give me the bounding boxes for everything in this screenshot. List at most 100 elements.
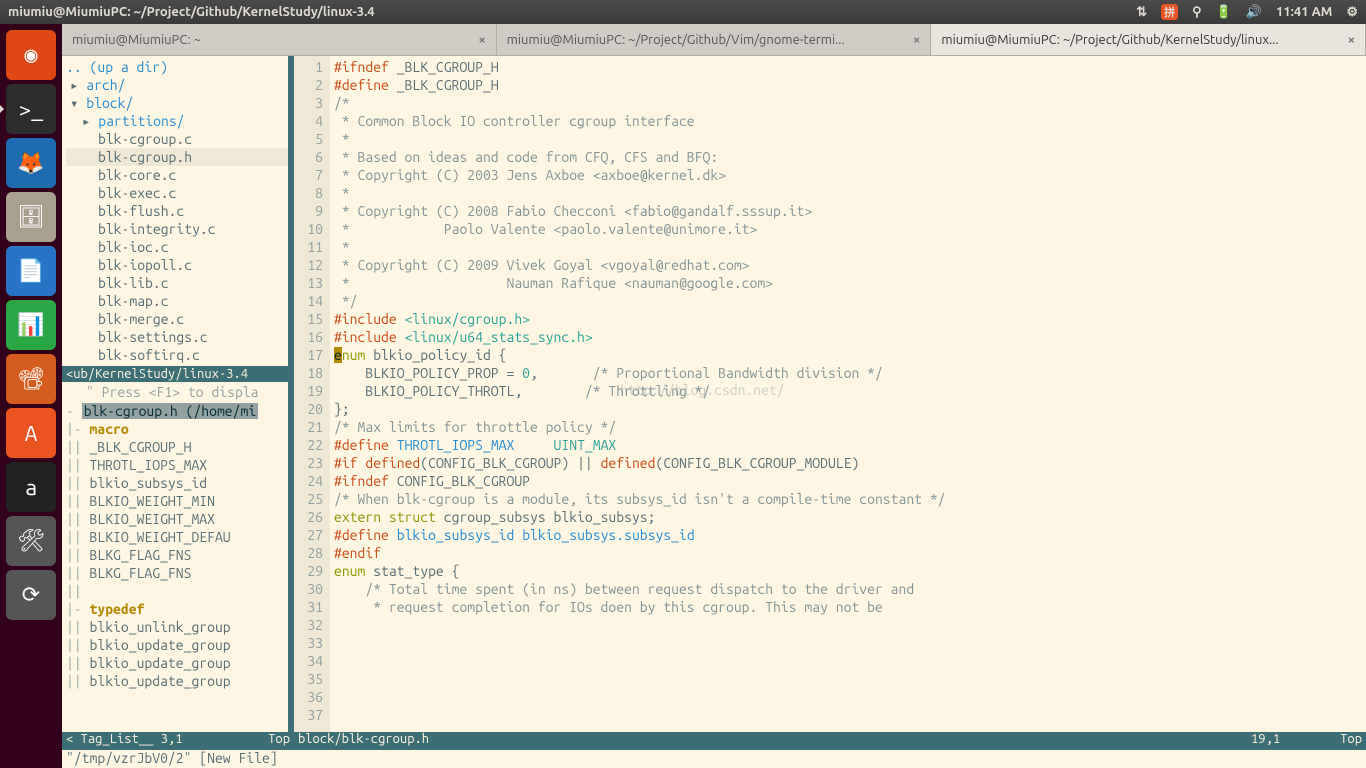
terminal-tab[interactable]: miumiu@MiumiuPC: ~/Project/Github/Vim/gn… [497,24,932,55]
code-line[interactable]: #if defined(CONFIG_BLK_CGROUP) || define… [334,454,1362,472]
code-line[interactable]: * Copyright (C) 2009 Vivek Goyal <vgoyal… [334,256,1362,274]
launcher-updates[interactable]: ⟳ [6,570,56,620]
launcher-files[interactable]: 🗄 [6,192,56,242]
taglist-tag[interactable]: || BLKIO_WEIGHT_MAX [62,510,288,528]
nerdtree-item[interactable]: ▸ arch/ [66,76,288,94]
code-line[interactable]: BLKIO_POLICY_PROP = 0, /* Proportional B… [334,364,1362,382]
taglist-heading[interactable]: |- typedef [62,600,288,618]
code-line[interactable]: * [334,238,1362,256]
nerdtree-item[interactable]: blk-ioc.c [66,238,288,256]
taglist[interactable]: - blk-cgroup.h (/home/mi|- macro|| _BLK_… [62,402,288,732]
volume-icon[interactable]: 🔊 [1246,5,1262,20]
code-line[interactable]: * Paolo Valente <paolo.valente@unimore.i… [334,220,1362,238]
ime-icon[interactable]: 拼 [1161,4,1178,20]
system-tray: ⇅ 拼 ⚲ 🔋 🔊 11:41 AM ⚙ [1136,4,1358,20]
code-line[interactable]: #define blkio_subsys_id blkio_subsys.sub… [334,526,1362,544]
code-line[interactable]: #define _BLK_CGROUP_H [334,76,1362,94]
launcher-writer[interactable]: 📄 [6,246,56,296]
code-line[interactable]: */ [334,292,1362,310]
close-icon[interactable]: × [1348,33,1355,47]
code-line[interactable]: /* When blk-cgroup is a module, its subs… [334,490,1362,508]
status-pos: 19,1 [1251,732,1280,750]
nerdtree-item[interactable]: blk-map.c [66,292,288,310]
nerdtree-item[interactable]: blk-cgroup.c [66,130,288,148]
close-icon[interactable]: × [913,33,920,47]
code-line[interactable]: * [334,184,1362,202]
launcher-terminal[interactable]: >_ [6,84,56,134]
nerdtree-item[interactable]: blk-core.c [66,166,288,184]
network-icon[interactable]: ⇅ [1136,5,1147,20]
taglist-tag[interactable]: || BLKIO_WEIGHT_DEFAU [62,528,288,546]
nerdtree-item[interactable]: blk-exec.c [66,184,288,202]
code-line[interactable]: * Based on ideas and code from CFQ, CFS … [334,148,1362,166]
launcher-software[interactable]: A [6,408,56,458]
launcher-amazon[interactable]: a [6,462,56,512]
close-icon[interactable]: × [478,33,485,47]
nerdtree-item[interactable]: blk-settings.c [66,328,288,346]
taglist-tag[interactable]: || blkio_update_group [62,654,288,672]
battery-icon[interactable]: 🔋 [1216,5,1232,20]
code-line[interactable]: #define THROTL_IOPS_MAX UINT_MAX [334,436,1362,454]
gear-icon[interactable]: ⚙ [1346,5,1358,20]
taglist-tag[interactable]: || BLKIO_WEIGHT_MIN [62,492,288,510]
nerdtree-item[interactable]: blk-integrity.c [66,220,288,238]
taglist-tag[interactable]: || BLKG_FLAG_FNS [62,546,288,564]
terminal-tab[interactable]: miumiu@MiumiuPC: ~× [62,24,497,55]
nerdtree-item[interactable]: ▾ block/ [66,94,288,112]
taglist-tag[interactable]: || _BLK_CGROUP_H [62,438,288,456]
launcher-dash[interactable]: ◉ [6,30,56,80]
code-line[interactable]: enum stat_type { [334,562,1362,580]
status-file: block/blk-cgroup.h [298,732,429,750]
code-line[interactable]: /* Total time spent (in ns) between requ… [334,580,1362,598]
code-line[interactable]: #include <linux/cgroup.h> [334,310,1362,328]
code-line[interactable]: extern struct cgroup_subsys blkio_subsys… [334,508,1362,526]
taglist-tag[interactable]: || blkio_update_group [62,672,288,690]
nerdtree-item[interactable]: blk-lib.c [66,274,288,292]
code-line[interactable]: #ifndef _BLK_CGROUP_H [334,58,1362,76]
nerdtree-item[interactable]: blk-softirq.c [66,346,288,364]
nerdtree-item[interactable]: blk-cgroup.h [66,148,288,166]
launcher-calc[interactable]: 📊 [6,300,56,350]
code-line[interactable]: BLKIO_POLICY_THROTL, /* Throttling */ [334,382,1362,400]
taglist-tag[interactable]: || blkio_unlink_group [62,618,288,636]
code-line[interactable]: * Common Block IO controller cgroup inte… [334,112,1362,130]
code-line[interactable]: /* Max limits for throttle policy */ [334,418,1362,436]
nerdtree-item[interactable]: ▸ partitions/ [66,112,288,130]
watermark: http://blog.csdn.net/ [620,382,785,398]
code-line[interactable]: * request completion for IOs doen by thi… [334,598,1362,616]
code-line[interactable]: #ifndef CONFIG_BLK_CGROUP [334,472,1362,490]
status-top: Top [1340,732,1362,750]
launcher-impress[interactable]: 📽 [6,354,56,404]
code-line[interactable]: * Copyright (C) 2003 Jens Axboe <axboe@k… [334,166,1362,184]
code-line[interactable]: /* [334,94,1362,112]
taglist-tag[interactable]: || blkio_subsys_id [62,474,288,492]
launcher-firefox[interactable]: 🦊 [6,138,56,188]
nerdtree-item[interactable]: blk-iopoll.c [66,256,288,274]
taglist-tag[interactable]: || blkio_update_group [62,636,288,654]
clock[interactable]: 11:41 AM [1276,5,1332,19]
taglist-heading[interactable]: |- macro [62,420,288,438]
nerdtree-item[interactable]: .. (up a dir) [66,58,288,76]
nerdtree-item[interactable]: blk-flush.c [66,202,288,220]
launcher-settings[interactable]: 🛠 [6,516,56,566]
code-area[interactable]: http://blog.csdn.net/ #ifndef _BLK_CGROU… [330,56,1366,732]
taglist-tag[interactable]: || THROTL_IOPS_MAX [62,456,288,474]
taglist-help: " Press <F1> to displa [62,382,288,402]
code-line[interactable]: * [334,130,1362,148]
code-line[interactable]: enum blkio_policy_id { [334,346,1362,364]
code-line[interactable]: #include <linux/u64_stats_sync.h> [334,328,1362,346]
code-line[interactable]: #endif [334,544,1362,562]
code-line[interactable]: * Nauman Rafique <nauman@google.com> [334,274,1362,292]
code-line[interactable]: * Copyright (C) 2008 Fabio Checconi <fab… [334,202,1362,220]
side-panel: .. (up a dir)▸ arch/▾ block/▸ partitions… [62,56,294,732]
bluetooth-icon[interactable]: ⚲ [1192,5,1202,20]
launcher: ◉>_🦊🗄📄📊📽Aa🛠⟳ [0,24,62,768]
taglist-file: - blk-cgroup.h (/home/mi [62,402,288,420]
code-pane[interactable]: 1234567891011121314151617181920212223242… [294,56,1366,732]
cmdline[interactable]: "/tmp/vzrJbV0/2" [New File] [62,750,1366,768]
code-line[interactable]: }; [334,400,1362,418]
nerdtree-item[interactable]: blk-merge.c [66,310,288,328]
nerdtree[interactable]: .. (up a dir)▸ arch/▾ block/▸ partitions… [62,56,288,366]
terminal-tab[interactable]: miumiu@MiumiuPC: ~/Project/Github/Kernel… [931,24,1366,55]
taglist-tag[interactable]: || BLKG_FLAG_FNS [62,564,288,582]
